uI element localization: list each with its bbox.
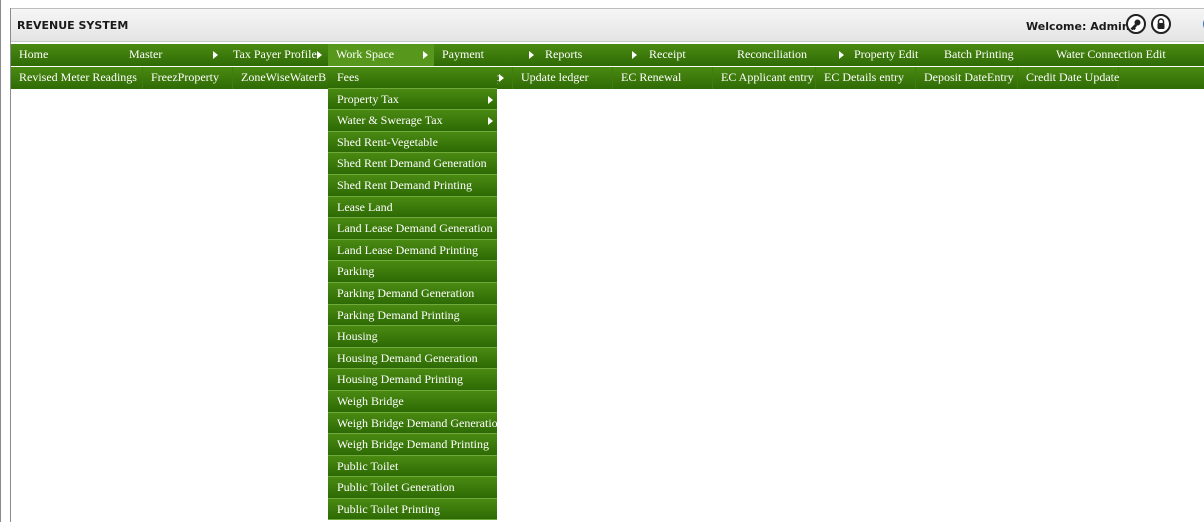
menu-home[interactable]: Home — [11, 44, 121, 66]
arrow-right-icon — [839, 51, 844, 59]
dropdown-item-public-toilet[interactable]: Public Toilet — [328, 455, 497, 478]
arrow-right-icon — [213, 51, 218, 59]
dropdown-item-parking-demand-printing[interactable]: Parking Demand Printing — [328, 304, 497, 327]
menu-batch-printing[interactable]: Batch Printing — [936, 44, 1046, 66]
dropdown-item-public-toilet-printing[interactable]: Public Toilet Printing — [328, 498, 497, 521]
dropdown-item-fees[interactable]: Fees — [328, 67, 504, 89]
arrow-right-icon — [317, 51, 322, 59]
welcome-text: Welcome: Admin — [1026, 20, 1130, 33]
submenu-ec-applicant-entry[interactable]: EC Applicant entry — [713, 67, 816, 89]
dropdown-item-shed-rent-demand-generation[interactable]: Shed Rent Demand Generation — [328, 153, 497, 175]
work-space-dropdown: Fees Property Tax Water & Swerage Tax Sh… — [328, 67, 504, 521]
arrow-right-icon — [529, 51, 534, 59]
dropdown-item-lease-land[interactable]: Lease Land — [328, 196, 497, 219]
dropdown-item-housing-demand-generation[interactable]: Housing Demand Generation — [328, 347, 497, 370]
dropdown-item-parking-demand-generation[interactable]: Parking Demand Generation — [328, 282, 497, 305]
menu-water-connection-edit[interactable]: Water Connection Edit — [1048, 44, 1188, 66]
app-window: REVENUE SYSTEM Welcome: Admin Home Maste… — [0, 0, 1204, 522]
secondary-menu: Revised Meter Readings FreezProperty Zon… — [11, 67, 1204, 89]
submenu-zonewise-water[interactable]: ZoneWiseWaterB — [233, 67, 333, 89]
arrow-right-icon — [632, 51, 637, 59]
dropdown-item-weigh-bridge-demand-printing[interactable]: Weigh Bridge Demand Printing — [328, 434, 497, 456]
dropdown-item-land-lease-demand-printing[interactable]: Land Lease Demand Printing — [328, 239, 497, 262]
main-menu: Home Master Tax Payer Profile Work Space… — [11, 44, 1204, 66]
submenu-deposit-date-entry[interactable]: Deposit DateEntry — [916, 67, 1018, 89]
title-bar: REVENUE SYSTEM Welcome: Admin — [11, 8, 1204, 42]
dropdown-item-weigh-bridge-demand-generation[interactable]: Weigh Bridge Demand Generation — [328, 412, 504, 435]
dropdown-item-shed-rent-vegetable[interactable]: Shed Rent-Vegetable — [328, 131, 497, 154]
lock-icon[interactable] — [1151, 14, 1171, 34]
submenu-ec-details-entry[interactable]: EC Details entry — [816, 67, 916, 89]
dropdown-item-parking[interactable]: Parking — [328, 261, 497, 283]
submenu-ec-renewal[interactable]: EC Renewal — [613, 67, 713, 89]
submenu-freez-property[interactable]: FreezProperty — [143, 67, 233, 89]
app-title: REVENUE SYSTEM — [17, 19, 129, 32]
menu-tax-payer-profile[interactable]: Tax Payer Profile — [225, 44, 325, 66]
arrow-right-icon — [423, 51, 428, 59]
dropdown-item-public-toilet-generation[interactable]: Public Toilet Generation — [328, 477, 497, 499]
menu-work-space[interactable]: Work Space — [328, 44, 434, 66]
dropdown-item-housing-demand-printing[interactable]: Housing Demand Printing — [328, 369, 497, 391]
menu-receipt[interactable]: Receipt — [641, 44, 731, 66]
key-icon[interactable] — [1126, 14, 1146, 34]
menu-property-edit[interactable]: Property Edit — [846, 44, 946, 66]
menu-reports[interactable]: Reports — [537, 44, 627, 66]
submenu-credit-date-update[interactable]: Credit Date Update — [1018, 67, 1119, 89]
dropdown-item-water-swerage-tax[interactable]: Water & Swerage Tax — [328, 110, 497, 132]
dropdown-item-shed-rent-demand-printing[interactable]: Shed Rent Demand Printing — [328, 174, 497, 197]
arrow-right-icon — [499, 74, 504, 82]
dropdown-item-land-lease-demand-generation[interactable]: Land Lease Demand Generation — [328, 218, 497, 240]
dropdown-item-housing[interactable]: Housing — [328, 326, 497, 348]
dropdown-item-weigh-bridge[interactable]: Weigh Bridge — [328, 390, 497, 413]
menu-payment[interactable]: Payment — [434, 44, 534, 66]
submenu-revised-meter-readings[interactable]: Revised Meter Readings — [11, 67, 143, 89]
arrow-right-icon — [488, 117, 493, 126]
arrow-right-icon — [488, 95, 493, 104]
dropdown-item-property-tax[interactable]: Property Tax — [328, 88, 497, 111]
submenu-update-ledger[interactable]: Update ledger — [513, 67, 613, 89]
menu-reconciliation[interactable]: Reconciliation — [729, 44, 841, 66]
